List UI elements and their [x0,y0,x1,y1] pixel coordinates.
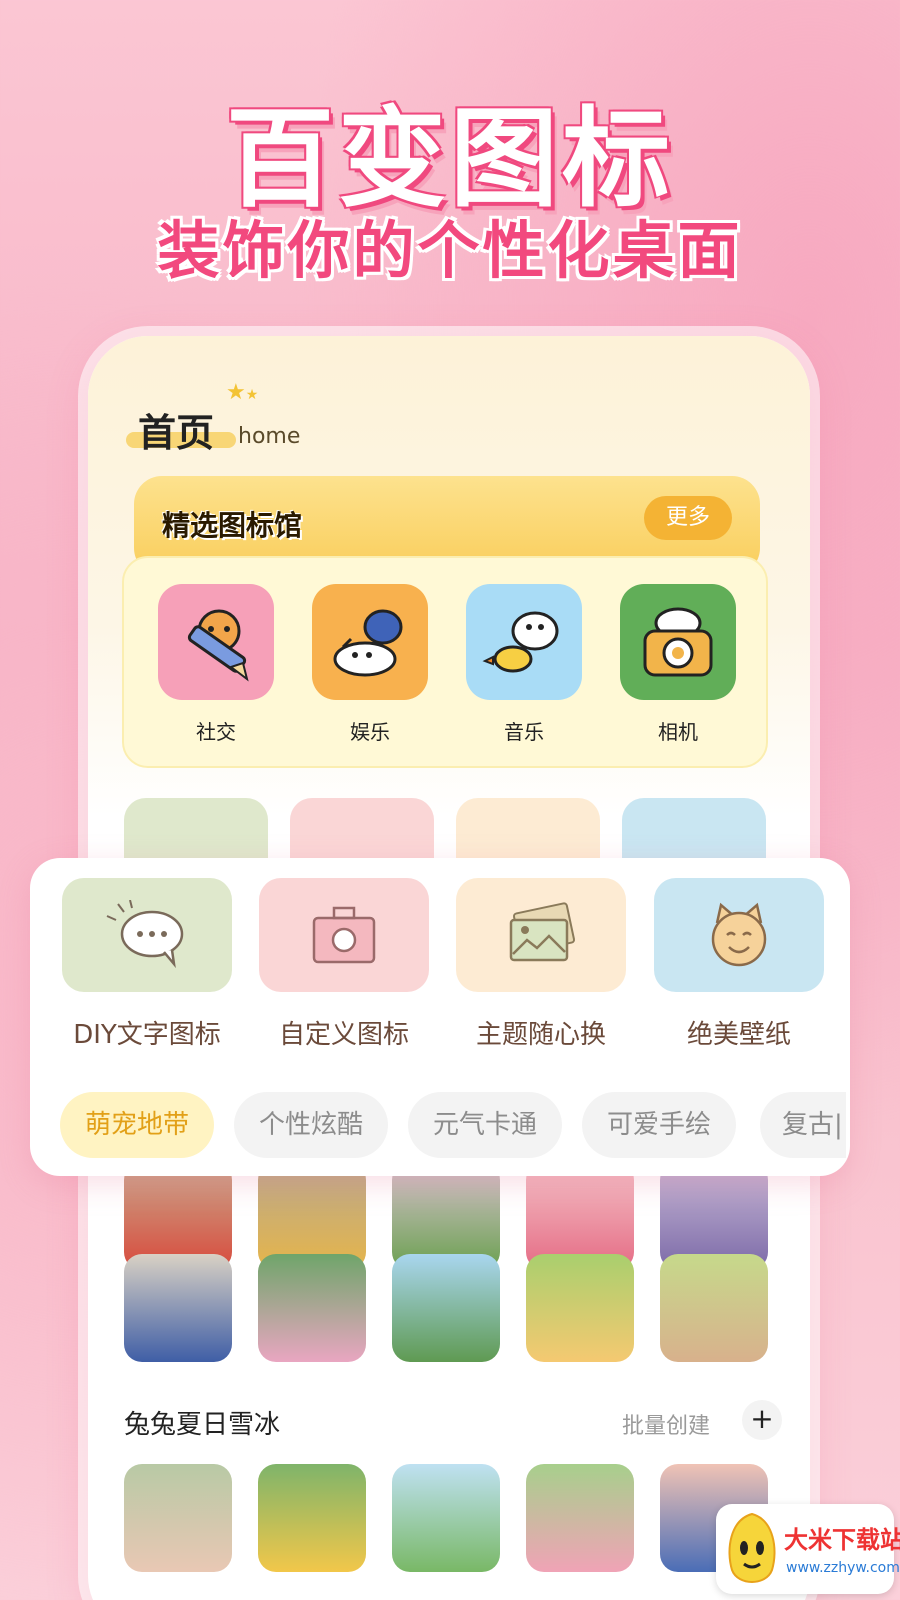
section-title: 兔兔夏日雪冰 [124,1410,281,1440]
tab-cute-pets[interactable]: 萌宠地带 [60,1092,214,1158]
star-icon: ★★ [226,380,259,405]
more-button[interactable]: 更多 [644,496,732,540]
wallpaper-thumb[interactable] [526,1254,634,1362]
feature-label: 主题随心换 [475,1020,606,1050]
tab-hand-drawn[interactable]: 可爱手绘 [582,1092,736,1158]
picture-icon [456,878,626,992]
rice-logo-icon [728,1512,776,1583]
camera-icon [259,878,429,992]
dog-duck-icon [466,584,582,700]
wallpaper-thumb[interactable] [124,1254,232,1362]
feature-label: 绝美壁纸 [686,1020,791,1050]
tab-cool[interactable]: 个性炫酷 [234,1092,388,1158]
feature-card: DIY文字图标 自定义图标 主题随心换 绝美壁纸 萌宠地带 个性炫酷 元气卡通 … [30,858,850,1176]
watermark-name: 大米下载站 [784,1526,900,1554]
wallpaper-thumb[interactable] [258,1254,366,1362]
featured-icon-panel: 社交 娱乐 音乐 相机 [122,556,768,768]
cat-face-icon [654,878,824,992]
featured-app-social[interactable]: 社交 [158,584,274,745]
wallpaper-thumb[interactable] [660,1254,768,1362]
batch-create-button[interactable]: 批量创建 [622,1408,710,1440]
wallpaper-thumb[interactable] [124,1464,232,1572]
wallpaper-thumb[interactable] [392,1254,500,1362]
camera-cat-icon [620,584,736,700]
banner-title: 精选图标馆 [162,509,303,542]
category-tabs: 萌宠地带 个性炫酷 元气卡通 可爱手绘 复古| [60,1092,846,1162]
tiger-pencil-icon [158,584,274,700]
tab-cartoon[interactable]: 元气卡通 [408,1092,562,1158]
hero-subtitle: 装饰你的个性化桌面 [157,214,743,287]
feature-theme-switch[interactable]: 主题随心换 [456,878,626,1051]
app-label: 娱乐 [350,720,390,744]
featured-app-camera[interactable]: 相机 [620,584,736,745]
app-label: 音乐 [504,720,544,744]
chat-bubble-icon [62,878,232,992]
app-label: 社交 [196,720,236,744]
feature-diy-text-icon[interactable]: DIY文字图标 [62,878,232,1051]
page-subtitle: home [238,424,301,449]
featured-app-entertainment[interactable]: 娱乐 [312,584,428,745]
watermark-url: www.zzhyw.com [786,1560,900,1576]
feature-wallpaper[interactable]: 绝美壁纸 [654,878,824,1051]
feature-label: 自定义图标 [278,1020,409,1050]
feature-custom-icon[interactable]: 自定义图标 [259,878,429,1051]
page-title: 首页 [138,411,215,455]
cow-dog-icon [312,584,428,700]
feature-label: DIY文字图标 [73,1020,221,1050]
app-label: 相机 [658,720,698,744]
featured-app-music[interactable]: 音乐 [466,584,582,745]
wallpaper-thumb[interactable] [258,1464,366,1572]
plus-icon[interactable]: + [742,1400,782,1440]
watermark: 大米下载站 www.zzhyw.com [716,1504,900,1594]
tab-retro[interactable]: 复古| [760,1092,846,1158]
wallpaper-thumb[interactable] [526,1464,634,1572]
wallpaper-thumb[interactable] [392,1464,500,1572]
